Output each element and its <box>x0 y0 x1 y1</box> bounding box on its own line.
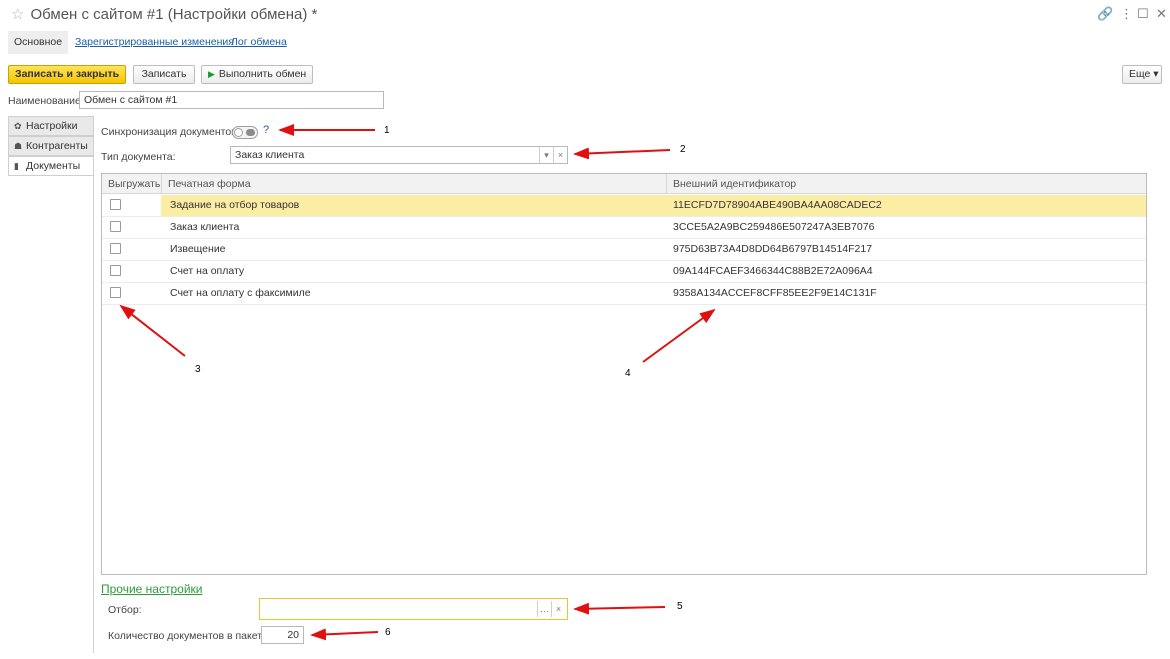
window-title: ☆ Обмен с сайтом #1 (Настройки обмена) * <box>11 5 317 23</box>
count-field[interactable]: 20 <box>261 626 304 644</box>
print-form-cell: Счет на оплату <box>170 265 245 277</box>
doc-type-field[interactable]: Заказ клиента ▾ × <box>230 146 568 164</box>
dropdown-icon[interactable]: ▾ <box>539 147 553 163</box>
close-icon[interactable]: ✕ <box>1156 6 1167 22</box>
export-checkbox[interactable] <box>110 287 121 298</box>
sync-toggle[interactable] <box>232 126 258 139</box>
doc-type-label: Тип документа: <box>101 151 176 163</box>
table-row[interactable]: Счет на оплату с факсимиле 9358A134ACCEF… <box>102 283 1146 305</box>
name-label: Наименование: <box>8 95 84 107</box>
filter-label: Отбор: <box>108 604 142 616</box>
filter-field[interactable]: … × <box>259 598 568 620</box>
help-icon[interactable]: ? <box>263 124 269 136</box>
star-icon[interactable]: ☆ <box>11 6 24 23</box>
table-row[interactable]: Задание на отбор товаров 11ECFD7D78904AB… <box>102 195 1146 217</box>
export-checkbox[interactable] <box>110 243 121 254</box>
ellipsis-icon[interactable]: … <box>537 601 551 617</box>
table-row[interactable]: Счет на оплату 09A144FCAEF3466344C88B2E7… <box>102 261 1146 283</box>
name-field[interactable]: Обмен с сайтом #1 <box>79 91 384 109</box>
external-id-cell: 09A144FCAEF3466344C88B2E72A096A4 <box>673 265 873 277</box>
document-icon: ▮ <box>14 161 19 171</box>
window-title-text: Обмен с сайтом #1 (Настройки обмена) * <box>30 6 318 23</box>
more-vert-icon[interactable]: ⋮ <box>1120 6 1133 22</box>
play-icon: ▶ <box>208 69 215 79</box>
print-form-cell: Извещение <box>170 243 226 255</box>
run-exchange-button[interactable]: ▶ Выполнить обмен <box>201 65 313 84</box>
print-form-cell: Задание на отбор товаров <box>170 199 300 211</box>
print-forms-table[interactable]: Выгружать Печатная форма Внешний идентиф… <box>101 173 1147 575</box>
other-settings-link[interactable]: Прочие настройки <box>101 582 202 596</box>
print-form-cell: Счет на оплату с факсимиле <box>170 287 311 299</box>
users-icon: ☗ <box>14 141 23 151</box>
save-button[interactable]: Записать <box>133 65 195 84</box>
run-exchange-label: Выполнить обмен <box>218 68 307 80</box>
selected-cell-bg <box>161 195 1146 216</box>
tab-main[interactable]: Основное <box>8 31 69 54</box>
tab-exchange-log[interactable]: Лог обмена <box>225 31 293 54</box>
external-id-cell: 975D63B73A4D8DD64B6797B14514F217 <box>673 243 873 255</box>
clear-icon[interactable]: × <box>553 147 567 163</box>
external-id-cell: 11ECFD7D78904ABE490BA4AA08CADEC2 <box>673 199 882 211</box>
clear-icon[interactable]: × <box>551 601 565 617</box>
sidetab-counterparties-label: Контрагенты <box>26 140 88 152</box>
tab-registered-changes[interactable]: Зарегистрированные изменения <box>69 31 240 54</box>
count-label: Количество документов в пакете: <box>108 630 271 642</box>
link-icon[interactable]: 🔗 <box>1097 6 1113 22</box>
sidetab-documents[interactable]: ▮ Документы <box>8 156 94 176</box>
doc-type-value: Заказ клиента <box>235 149 305 161</box>
external-id-cell: 3CCE5A2A9BC259486E507247A3EB7076 <box>673 221 875 233</box>
save-close-button[interactable]: Записать и закрыть <box>8 65 126 84</box>
sync-label: Синхронизация документов: <box>101 126 240 138</box>
col-export[interactable]: Выгружать <box>102 174 161 194</box>
toggle-knob <box>234 128 243 137</box>
toggle-track <box>246 129 255 136</box>
sidetab-counterparties[interactable]: ☗ Контрагенты <box>8 136 94 156</box>
maximize-icon[interactable]: ☐ <box>1137 6 1149 22</box>
print-form-cell: Заказ клиента <box>170 221 240 233</box>
sidetab-documents-label: Документы <box>26 160 81 172</box>
sidetab-settings-label: Настройки <box>26 120 78 132</box>
external-id-cell: 9358A134ACCEF8CFF85EE2F9E14C131F <box>673 287 877 299</box>
export-checkbox[interactable] <box>110 199 121 210</box>
sidetab-settings[interactable]: ✿ Настройки <box>8 116 94 136</box>
export-checkbox[interactable] <box>110 265 121 276</box>
table-row[interactable]: Заказ клиента 3CCE5A2A9BC259486E507247A3… <box>102 217 1146 239</box>
col-external-id[interactable]: Внешний идентификатор <box>666 174 1146 194</box>
export-checkbox[interactable] <box>110 221 121 232</box>
col-print-form[interactable]: Печатная форма <box>161 174 666 194</box>
table-header: Выгружать Печатная форма Внешний идентиф… <box>102 174 1146 194</box>
more-button[interactable]: Еще ▾ <box>1122 65 1162 84</box>
gear-icon: ✿ <box>14 121 22 131</box>
table-row[interactable]: Извещение 975D63B73A4D8DD64B6797B14514F2… <box>102 239 1146 261</box>
